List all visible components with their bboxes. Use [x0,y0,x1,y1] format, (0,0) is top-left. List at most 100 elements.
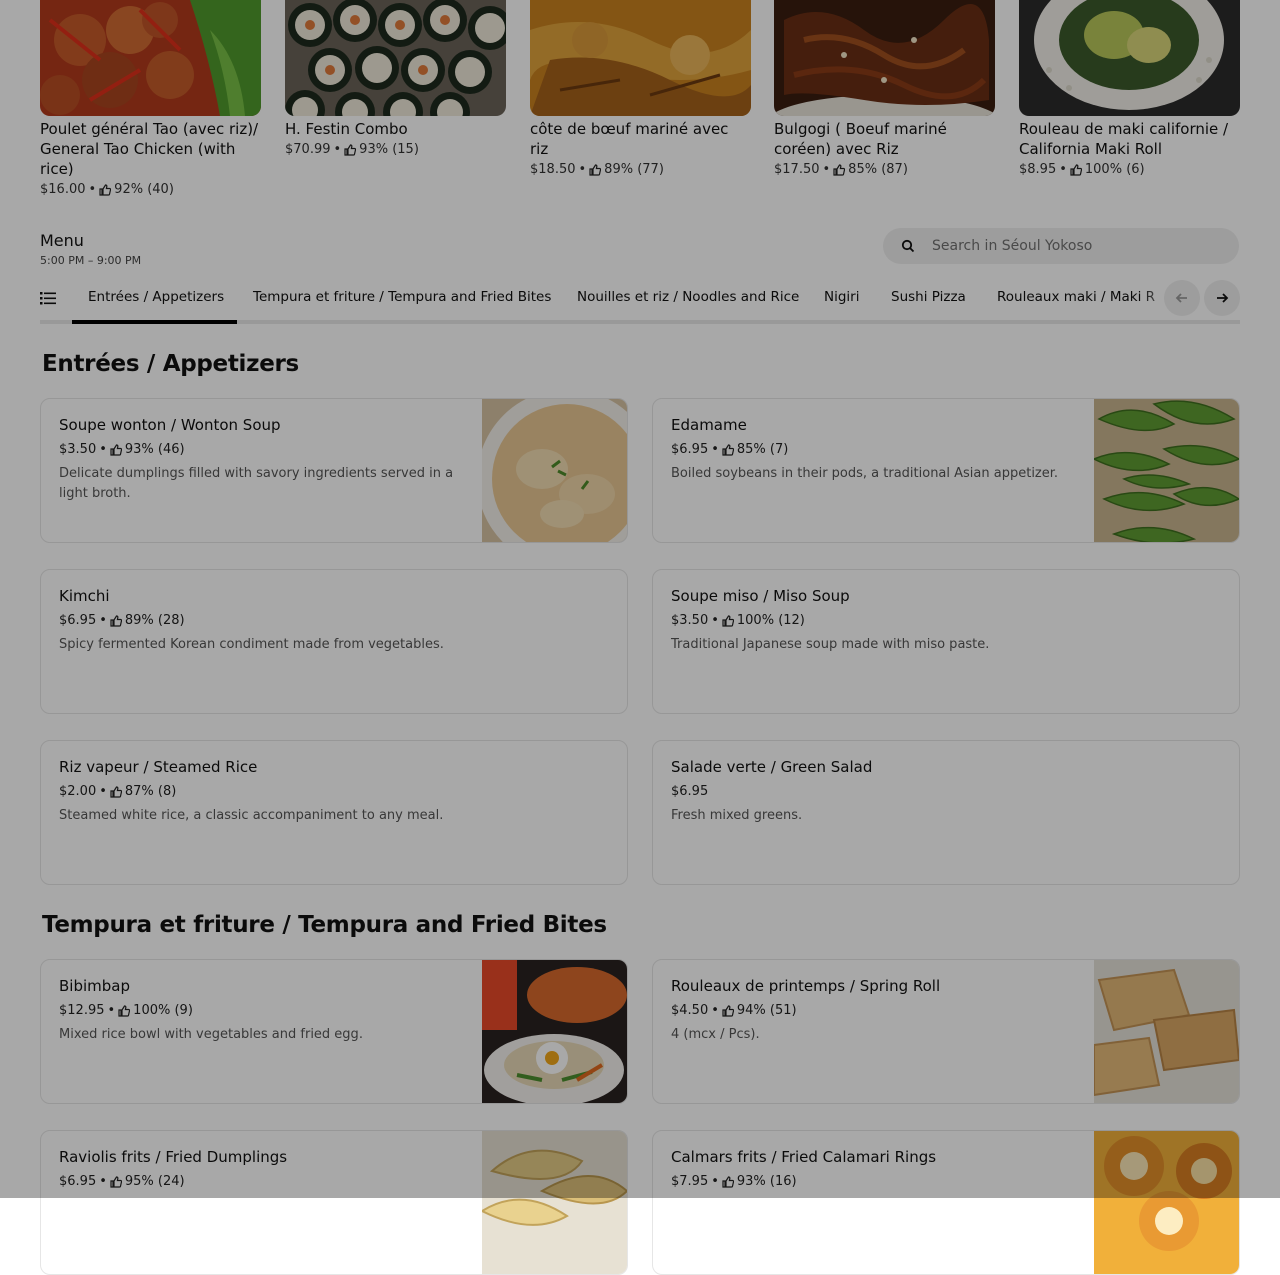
featured-item[interactable]: H. Festin Combo $70.99 • 93% (15) [285,0,506,159]
rating: 93% (15) [359,142,419,157]
rating: 95% (24) [124,1174,185,1189]
active-tab-indicator [72,320,237,324]
separator: • [333,142,342,157]
thumbs-up-icon [722,443,734,456]
section-title: Entrées / Appetizers [42,351,299,377]
item-meta: $4.50 • 94% (51) [671,1002,797,1019]
separator: • [99,442,107,457]
tab-tempura[interactable]: Tempura et friture / Tempura and Fried B… [253,288,551,306]
featured-item-name: côte de bœuf mariné avec riz [530,120,729,158]
item-name: Soupe miso / Miso Soup [671,587,850,605]
item-description: Delicate dumplings filled with savory in… [59,466,454,501]
menu-item-card[interactable]: Calmars frits / Fried Calamari Rings $7.… [652,1130,1240,1275]
arrow-left-icon [1175,293,1187,303]
item-meta: $2.00 • 87% (8) [59,783,176,800]
rating: 93% (16) [736,1174,797,1189]
featured-item-image[interactable] [40,0,261,116]
menu-item-card[interactable]: Bibimbap $12.95 • 100% (9) Mixed rice bo… [40,959,628,1104]
menu-search[interactable] [883,228,1239,264]
rating: 85% (87) [848,162,908,177]
item-meta: $3.50 • 93% (46) [59,441,185,458]
item-meta: $3.50 • 100% (12) [671,612,805,629]
price: $16.00 [40,182,86,197]
rating: 100% (12) [736,613,805,628]
menu-item-card[interactable]: Riz vapeur / Steamed Rice $2.00 • 87% (8… [40,740,628,885]
rating: 92% (40) [114,182,174,197]
rating: 85% (7) [736,442,789,457]
item-name: Riz vapeur / Steamed Rice [59,758,258,776]
thumbs-up-icon [722,1004,734,1017]
rating: 100% (9) [133,1003,193,1018]
separator: • [711,1174,719,1189]
menu-item-card[interactable]: Soupe wonton / Wonton Soup $3.50 • 93% (… [40,398,628,543]
thumbs-up-icon [1070,164,1082,176]
item-image[interactable] [1094,1131,1239,1275]
item-image[interactable] [482,399,627,543]
separator: • [1059,162,1067,177]
tab-sushi-pizza[interactable]: Sushi Pizza [891,288,966,306]
price: $12.95 [59,1003,105,1018]
price: $8.95 [1019,162,1057,177]
menu-item-card[interactable]: Rouleaux de printemps / Spring Roll $4.5… [652,959,1240,1104]
item-meta: $6.95 • 95% (24) [59,1173,185,1190]
featured-item[interactable]: Bulgogi ( Boeuf mariné coréen) avec Riz … [774,0,995,179]
item-image[interactable] [482,1131,627,1275]
menu-item-card[interactable]: Salade verte / Green Salad $6.95 Fresh m… [652,740,1240,885]
thumbs-up-icon [722,614,734,627]
featured-item[interactable]: Rouleau de maki californie / California … [1019,0,1240,179]
menu-item-card[interactable]: Raviolis frits / Fried Dumplings $6.95 •… [40,1130,628,1275]
thumbs-up-icon [833,164,846,176]
thumbs-up-icon [110,1175,122,1188]
item-image[interactable] [482,960,627,1104]
separator: • [711,1003,719,1018]
menu-item-card[interactable]: Kimchi $6.95 • 89% (28) Spicy fermented … [40,569,628,714]
price: $17.50 [774,162,820,177]
scroll-left-button[interactable] [1164,280,1200,316]
item-meta: $6.95 [671,783,708,800]
item-image[interactable] [1094,960,1239,1104]
rating: 89% (28) [124,613,185,628]
featured-item[interactable]: côte de bœuf mariné avec riz $18.50 • 89… [530,0,751,179]
item-description: Spicy fermented Korean condiment made fr… [59,637,444,652]
scroll-right-button[interactable] [1204,280,1240,316]
separator: • [88,182,97,197]
list-icon[interactable] [40,290,56,306]
search-input[interactable] [930,237,1234,255]
featured-item-image[interactable] [285,0,506,116]
menu-item-card[interactable]: Edamame $6.95 • 85% (7) Boiled soybeans … [652,398,1240,543]
thumbs-up-icon [344,144,357,156]
tab-noodles-rice[interactable]: Nouilles et riz / Noodles and Rice [577,288,799,306]
price: $70.99 [285,142,331,157]
item-image[interactable] [1094,399,1239,543]
separator: • [711,442,719,457]
tab-nigiri[interactable]: Nigiri [824,288,859,306]
featured-item[interactable]: Poulet général Tao (avec riz)/ General T… [40,0,261,199]
featured-item-name: H. Festin Combo [285,120,408,138]
featured-item-image[interactable] [774,0,995,116]
item-name: Calmars frits / Fried Calamari Rings [671,1148,937,1166]
price: $6.95 [671,442,709,457]
featured-item-meta: $8.95 • 100% (6) [1019,161,1240,179]
separator: • [99,1174,107,1189]
rating: 93% (46) [124,442,185,457]
rating: 87% (8) [124,784,177,799]
item-meta: $12.95 • 100% (9) [59,1002,193,1019]
featured-item-image[interactable] [1019,0,1240,116]
featured-item-name: Poulet général Tao (avec riz)/ General T… [40,120,259,178]
thumbs-up-icon [589,164,602,176]
tab-maki-rolls[interactable]: Rouleaux maki / Maki R [997,288,1155,306]
featured-item-meta: $18.50 • 89% (77) [530,161,751,179]
tab-appetizers[interactable]: Entrées / Appetizers [88,288,224,306]
price: $2.00 [59,784,97,799]
item-meta: $6.95 • 85% (7) [671,441,788,458]
item-name: Rouleaux de printemps / Spring Roll [671,977,941,995]
item-description: Fresh mixed greens. [671,808,803,823]
item-name: Kimchi [59,587,110,605]
thumbs-up-icon [110,614,122,627]
menu-item-card[interactable]: Soupe miso / Miso Soup $3.50 • 100% (12)… [652,569,1240,714]
featured-item-image[interactable] [530,0,751,116]
featured-item-meta: $17.50 • 85% (87) [774,161,995,179]
price: $3.50 [671,613,709,628]
item-description: Steamed white rice, a classic accompanim… [59,808,444,823]
item-description: Mixed rice bowl with vegetables and frie… [59,1027,363,1042]
